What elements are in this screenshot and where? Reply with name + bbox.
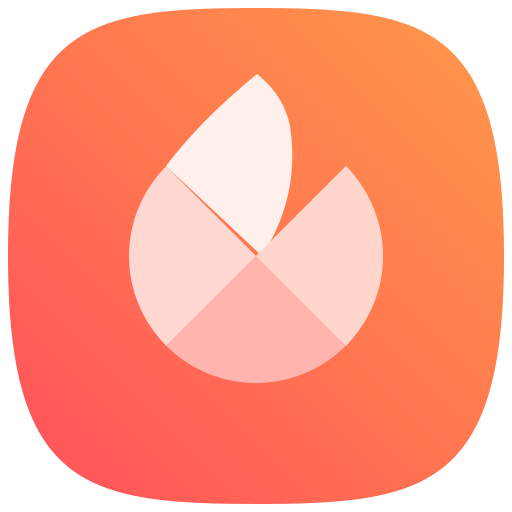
app-icon-canvas xyxy=(0,0,512,512)
flame-app-icon[interactable] xyxy=(0,0,512,512)
